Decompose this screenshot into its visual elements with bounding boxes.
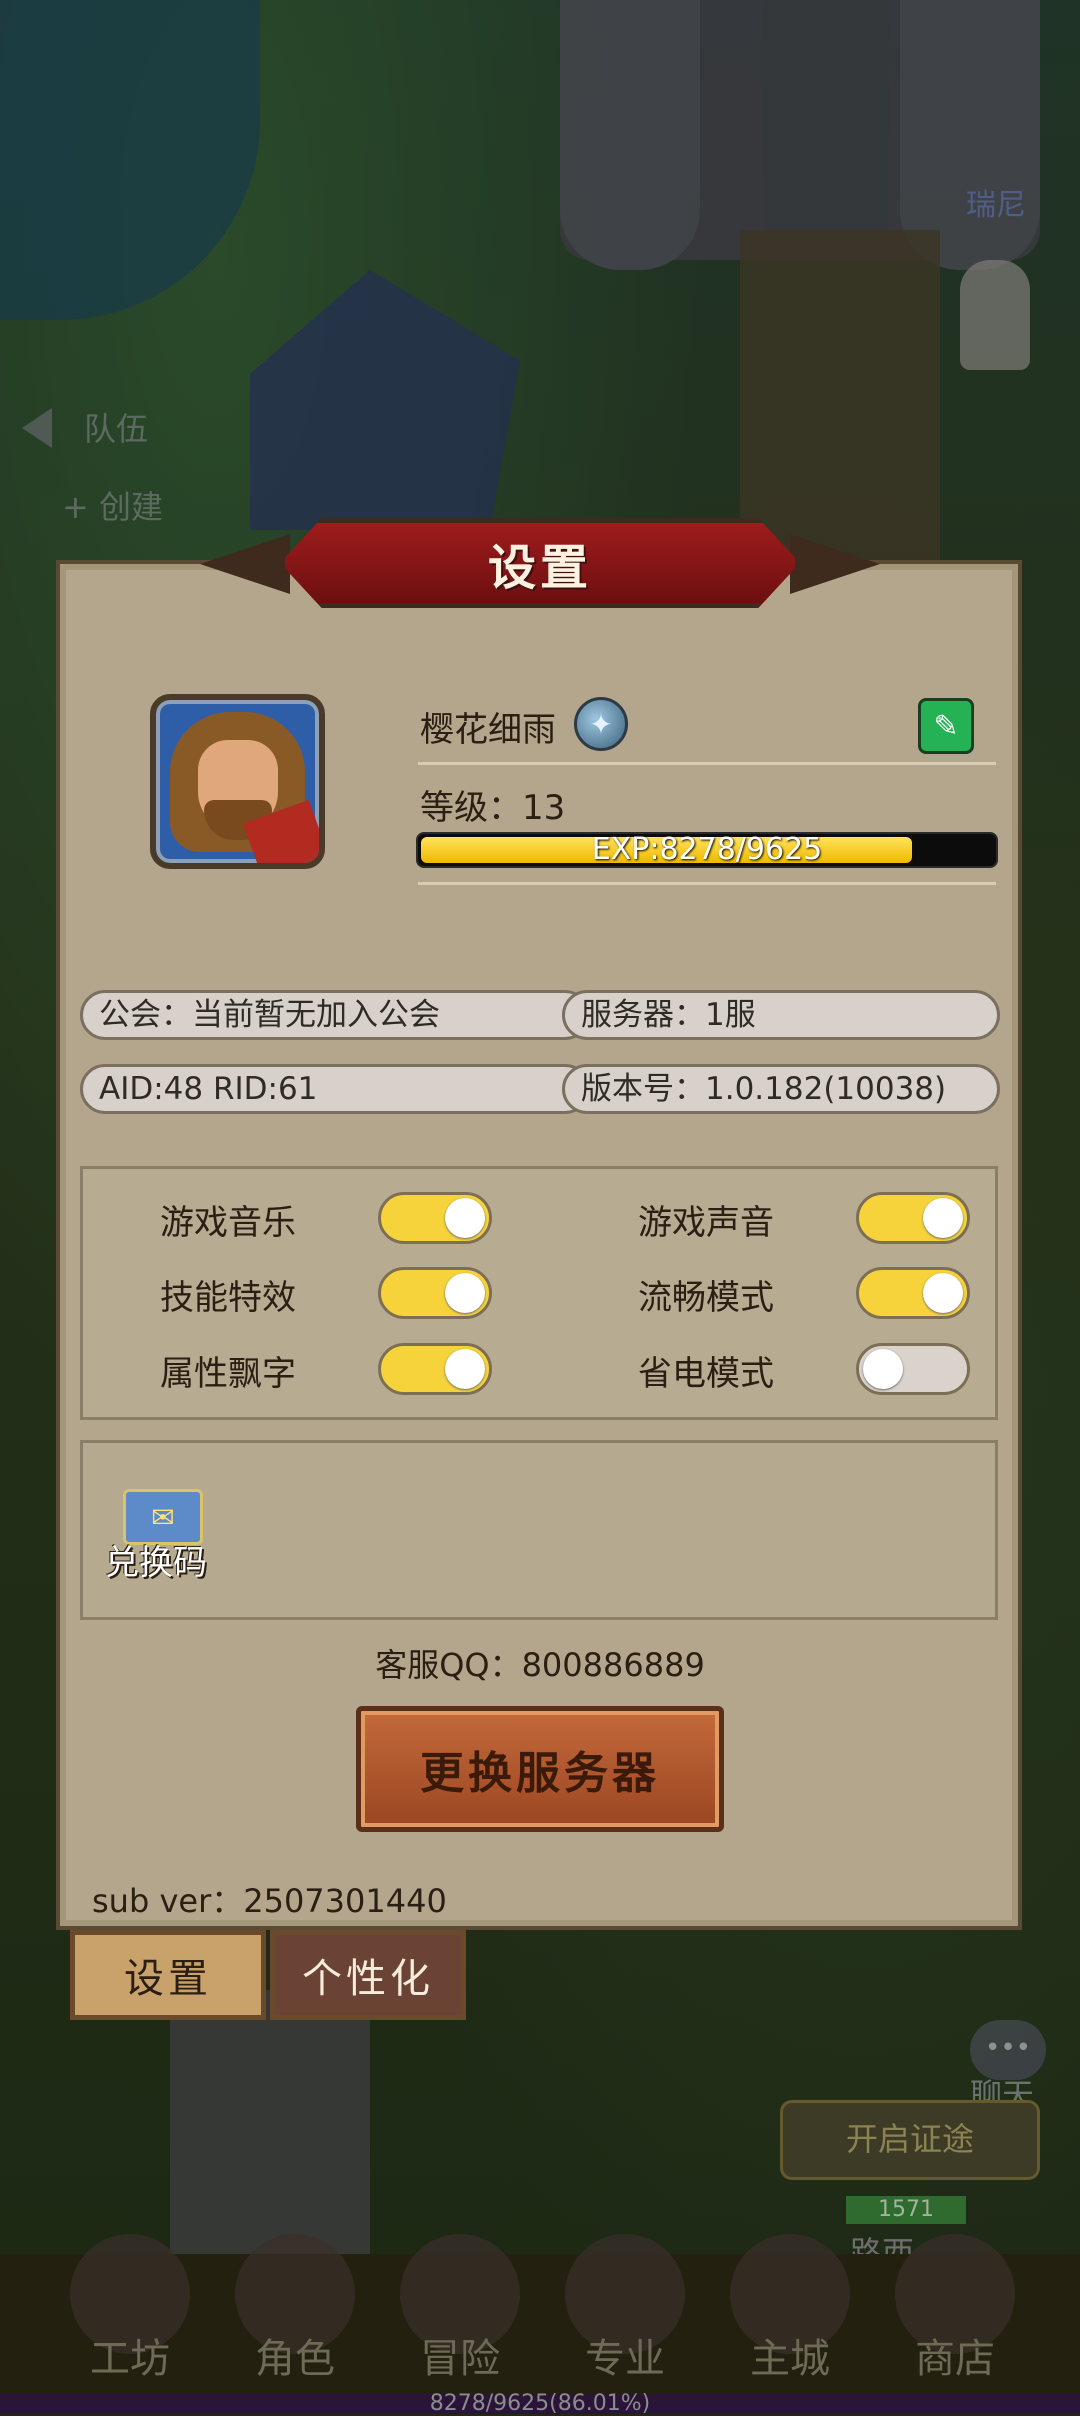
exp-text: EXP:8278/9625 bbox=[591, 832, 823, 867]
tab-settings[interactable]: 设置 bbox=[70, 1930, 266, 2020]
house-building bbox=[250, 270, 520, 530]
npc-character bbox=[960, 260, 1030, 370]
guild-info: 公会：当前暂无加入公会 bbox=[80, 990, 590, 1040]
tab-personalize[interactable]: 个性化 bbox=[270, 1930, 466, 2020]
nav-item-shop[interactable]: 商店 bbox=[880, 2326, 1030, 2384]
class-staff-icon: ✦ bbox=[574, 697, 628, 751]
nav-item-character[interactable]: 角色 bbox=[220, 2326, 370, 2384]
exp-bar: EXP:8278/9625 bbox=[416, 832, 998, 868]
customer-service-qq: 客服QQ：800886889 bbox=[375, 1646, 705, 1684]
toggle-power-saving[interactable] bbox=[856, 1343, 970, 1395]
toggle-label-damage-text: 属性飘字 bbox=[160, 1354, 296, 1394]
toggle-knob bbox=[863, 1349, 903, 1389]
toggle-knob bbox=[923, 1273, 963, 1313]
event-badge[interactable]: 开启证途 bbox=[780, 2100, 1040, 2180]
bottom-exp-text: 8278/9625(86.01%) bbox=[429, 2391, 651, 2416]
toggle-skill-effects[interactable] bbox=[378, 1267, 492, 1319]
toggle-damage-text[interactable] bbox=[378, 1343, 492, 1395]
toggle-label-game-sound: 游戏声音 bbox=[638, 1203, 774, 1243]
edit-name-button[interactable]: ✎ bbox=[918, 698, 974, 754]
toggle-knob bbox=[445, 1198, 485, 1238]
toggle-smooth-mode[interactable] bbox=[856, 1267, 970, 1319]
dialog-title-banner: 设置 bbox=[280, 518, 800, 608]
account-ids: AID:48 RID:61 bbox=[80, 1064, 590, 1114]
sub-version: sub ver：2507301440 bbox=[92, 1882, 447, 1920]
toggle-knob bbox=[445, 1273, 485, 1313]
toggle-game-music[interactable] bbox=[378, 1192, 492, 1244]
road bbox=[740, 230, 940, 570]
team-label[interactable]: 队伍 bbox=[84, 404, 148, 450]
dialog-title: 设置 bbox=[487, 540, 592, 596]
nav-item-profession[interactable]: 专业 bbox=[550, 2326, 700, 2384]
change-server-button[interactable]: 更换服务器 bbox=[356, 1706, 724, 1832]
toggle-game-sound[interactable] bbox=[856, 1192, 970, 1244]
player-avatar[interactable] bbox=[150, 694, 325, 869]
create-team-button[interactable]: + 创建 bbox=[62, 482, 163, 528]
redeem-code-label[interactable]: 兑换码 bbox=[105, 1535, 207, 1584]
nav-item-main-city[interactable]: 主城 bbox=[715, 2326, 865, 2384]
toggle-label-smooth-mode: 流畅模式 bbox=[638, 1278, 774, 1318]
divider bbox=[418, 762, 996, 765]
player-name: 樱花细雨 bbox=[420, 710, 556, 750]
collapse-arrow-icon[interactable] bbox=[22, 408, 52, 448]
divider bbox=[418, 882, 996, 885]
toggle-label-game-music: 游戏音乐 bbox=[160, 1203, 296, 1243]
server-info: 服务器：1服 bbox=[562, 990, 1000, 1040]
toggle-knob bbox=[923, 1198, 963, 1238]
npc-name-label: 瑞尼 bbox=[966, 188, 1026, 223]
toggle-label-skill-effects: 技能特效 bbox=[160, 1278, 296, 1318]
redeem-panel: ✉ 兑换码 bbox=[80, 1440, 998, 1620]
player-level: 等级：13 bbox=[420, 788, 566, 828]
nav-item-workshop[interactable]: 工坊 bbox=[55, 2326, 205, 2384]
toggle-knob bbox=[445, 1349, 485, 1389]
nav-item-adventure[interactable]: 冒险 bbox=[385, 2326, 535, 2384]
water-area bbox=[0, 0, 260, 320]
toggle-label-power-saving: 省电模式 bbox=[638, 1354, 774, 1394]
bottom-navigation: 工坊 角色 冒险 专业 主城 商店 8278/9625(86.01%) bbox=[0, 2234, 1080, 2416]
level-badge: 1571 bbox=[846, 2196, 966, 2224]
version-info: 版本号：1.0.182(10038) bbox=[562, 1064, 1000, 1114]
pencil-icon: ✎ bbox=[933, 708, 959, 744]
